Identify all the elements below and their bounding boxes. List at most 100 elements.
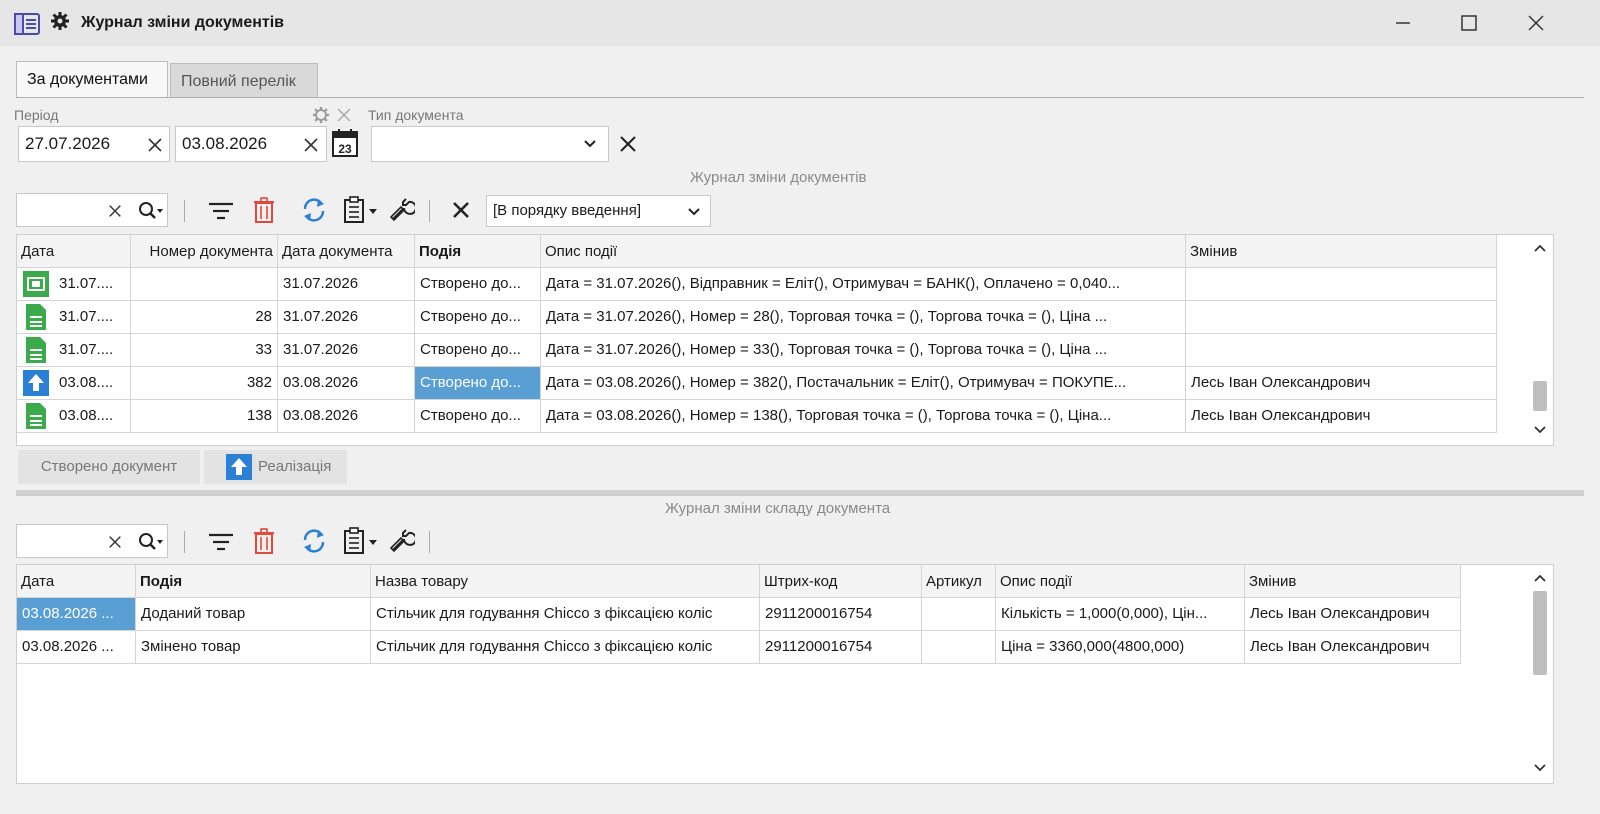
date-from-value: 27.07.2026 bbox=[25, 134, 111, 153]
row-description: Дата = 03.08.2026(), Номер = 138(), Торг… bbox=[541, 400, 1186, 433]
chip-document-created[interactable]: Створено документ bbox=[18, 450, 200, 484]
sort-order-select[interactable]: [В порядку введення] bbox=[486, 195, 711, 227]
bottom-delete-icon[interactable] bbox=[253, 528, 275, 554]
document-icon bbox=[23, 304, 49, 330]
row-number: 382 bbox=[131, 367, 278, 400]
bottom-search-clear-icon[interactable] bbox=[107, 534, 123, 550]
period-clear-icon[interactable] bbox=[337, 108, 351, 122]
chip-sale[interactable]: Реалізація bbox=[204, 450, 347, 484]
col-header-date[interactable]: Дата bbox=[17, 565, 136, 598]
top-cancel-icon[interactable] bbox=[451, 200, 471, 220]
table-row[interactable]: 31.07.... bbox=[17, 301, 131, 334]
col-header-description[interactable]: Опис події bbox=[996, 565, 1245, 598]
row-changed-by: Лесь Іван Олександрович bbox=[1245, 598, 1461, 631]
table-row[interactable]: 03.08.2026 ... bbox=[17, 631, 136, 664]
bottom-filter-icon[interactable] bbox=[208, 531, 234, 553]
table-row-selected-date[interactable]: 03.08.2026 ... bbox=[17, 598, 136, 631]
bottom-grid-scrollbar[interactable] bbox=[1529, 565, 1551, 783]
col-header-description[interactable]: Опис події bbox=[541, 235, 1186, 268]
row-event: Створено до... bbox=[415, 400, 541, 433]
row-doc-date: 31.07.2026 bbox=[278, 334, 415, 367]
table-row[interactable]: 03.08.... bbox=[17, 400, 131, 433]
doc-type-clear-icon[interactable] bbox=[618, 134, 638, 154]
period-label: Період bbox=[14, 107, 59, 123]
top-wrench-icon[interactable] bbox=[389, 197, 415, 223]
col-header-date[interactable]: Дата bbox=[17, 235, 131, 268]
row-changed-by: Лесь Іван Олександрович bbox=[1186, 367, 1497, 400]
bottom-clipboard-icon[interactable] bbox=[343, 527, 379, 555]
bottom-wrench-icon[interactable] bbox=[389, 528, 415, 554]
col-header-changed-by[interactable]: Змінив bbox=[1186, 235, 1497, 268]
tab-full-list[interactable]: Повний перелік bbox=[170, 63, 318, 98]
scroll-up-chevron-icon[interactable] bbox=[1534, 243, 1546, 253]
doc-type-chevron-down-icon[interactable] bbox=[583, 138, 597, 150]
top-grid-scrollbar[interactable] bbox=[1529, 235, 1551, 445]
col-header-changed-by[interactable]: Змінив bbox=[1245, 565, 1461, 598]
scroll-thumb[interactable] bbox=[1533, 381, 1547, 411]
doc-type-label: Тип документа bbox=[368, 107, 464, 123]
period-settings-icon[interactable] bbox=[312, 106, 330, 124]
scroll-up-chevron-icon[interactable] bbox=[1534, 573, 1546, 583]
col-header-event[interactable]: Подія bbox=[136, 565, 371, 598]
row-barcode: 2911200016754 bbox=[760, 598, 922, 631]
journal-app-icon bbox=[14, 12, 40, 36]
toolbar-separator bbox=[429, 200, 430, 222]
toolbar-separator bbox=[184, 531, 185, 553]
row-description: Дата = 03.08.2026(), Номер = 382(), Пост… bbox=[541, 367, 1186, 400]
date-to-clear-icon[interactable] bbox=[302, 136, 320, 154]
svg-text:23: 23 bbox=[338, 142, 352, 156]
col-header-doc-number[interactable]: Номер документа bbox=[131, 235, 278, 268]
table-row[interactable]: 03.08.... bbox=[17, 367, 131, 400]
panel-splitter[interactable] bbox=[16, 490, 1584, 496]
row-event-selected[interactable]: Створено до... bbox=[415, 367, 541, 400]
doc-type-select[interactable] bbox=[371, 126, 609, 162]
table-row[interactable]: 31.07.... bbox=[17, 268, 131, 301]
close-window-button[interactable] bbox=[1525, 12, 1547, 34]
window-title: Журнал зміни документів bbox=[81, 14, 285, 31]
tab-by-documents[interactable]: За документами bbox=[16, 61, 168, 98]
bottom-panel-caption: Журнал зміни складу документа bbox=[665, 500, 891, 517]
scroll-down-chevron-icon[interactable] bbox=[1534, 425, 1546, 435]
row-barcode: 2911200016754 bbox=[760, 631, 922, 664]
top-search-icon[interactable] bbox=[137, 200, 165, 222]
row-event: Створено до... bbox=[415, 301, 541, 334]
scroll-thumb[interactable] bbox=[1533, 591, 1547, 675]
table-row[interactable]: 31.07.... bbox=[17, 334, 131, 367]
top-delete-icon[interactable] bbox=[253, 197, 275, 223]
date-from-clear-icon[interactable] bbox=[146, 136, 164, 154]
col-header-event[interactable]: Подія bbox=[415, 235, 541, 268]
settings-gear-icon[interactable] bbox=[50, 11, 70, 31]
row-changed-by: Лесь Іван Олександрович bbox=[1186, 400, 1497, 433]
sort-order-chevron-down-icon[interactable] bbox=[687, 206, 701, 218]
row-doc-date: 31.07.2026 bbox=[278, 268, 415, 301]
chip-sale-label: Реалізація bbox=[258, 458, 332, 475]
bottom-refresh-icon[interactable] bbox=[301, 528, 327, 554]
scroll-down-chevron-icon[interactable] bbox=[1534, 763, 1546, 773]
row-event: Доданий товар bbox=[136, 598, 371, 631]
documents-grid: Дата Номер документа Дата документа Поді… bbox=[16, 234, 1554, 446]
col-header-product-name[interactable]: Назва товару bbox=[371, 565, 760, 598]
top-filter-icon[interactable] bbox=[208, 200, 234, 222]
maximize-button[interactable] bbox=[1458, 12, 1480, 34]
document-icon bbox=[23, 403, 49, 429]
top-clipboard-icon[interactable] bbox=[343, 196, 379, 224]
top-search-clear-icon[interactable] bbox=[107, 203, 123, 219]
title-bar: Журнал зміни документів bbox=[0, 0, 1600, 46]
row-date: 03.08.... bbox=[59, 407, 114, 424]
bottom-search-icon[interactable] bbox=[137, 531, 165, 553]
row-description: Ціна = 3360,000(4800,000) bbox=[996, 631, 1245, 664]
calendar-icon[interactable]: 23 bbox=[331, 128, 359, 158]
row-event: Створено до... bbox=[415, 334, 541, 367]
col-header-barcode[interactable]: Штрих-код bbox=[760, 565, 922, 598]
row-date: 31.07.... bbox=[59, 308, 114, 325]
row-description: Дата = 31.07.2026(), Номер = 28(), Торго… bbox=[541, 301, 1186, 334]
col-header-doc-date[interactable]: Дата документа bbox=[278, 235, 415, 268]
row-changed-by: Лесь Іван Олександрович bbox=[1245, 631, 1461, 664]
row-event: Змінено товар bbox=[136, 631, 371, 664]
col-header-article[interactable]: Артикул bbox=[922, 565, 996, 598]
minimize-button[interactable] bbox=[1392, 12, 1414, 34]
tab-divider bbox=[16, 97, 1584, 98]
top-refresh-icon[interactable] bbox=[301, 197, 327, 223]
row-description: Дата = 31.07.2026(), Номер = 33(), Торго… bbox=[541, 334, 1186, 367]
date-to-value: 03.08.2026 bbox=[182, 134, 268, 153]
